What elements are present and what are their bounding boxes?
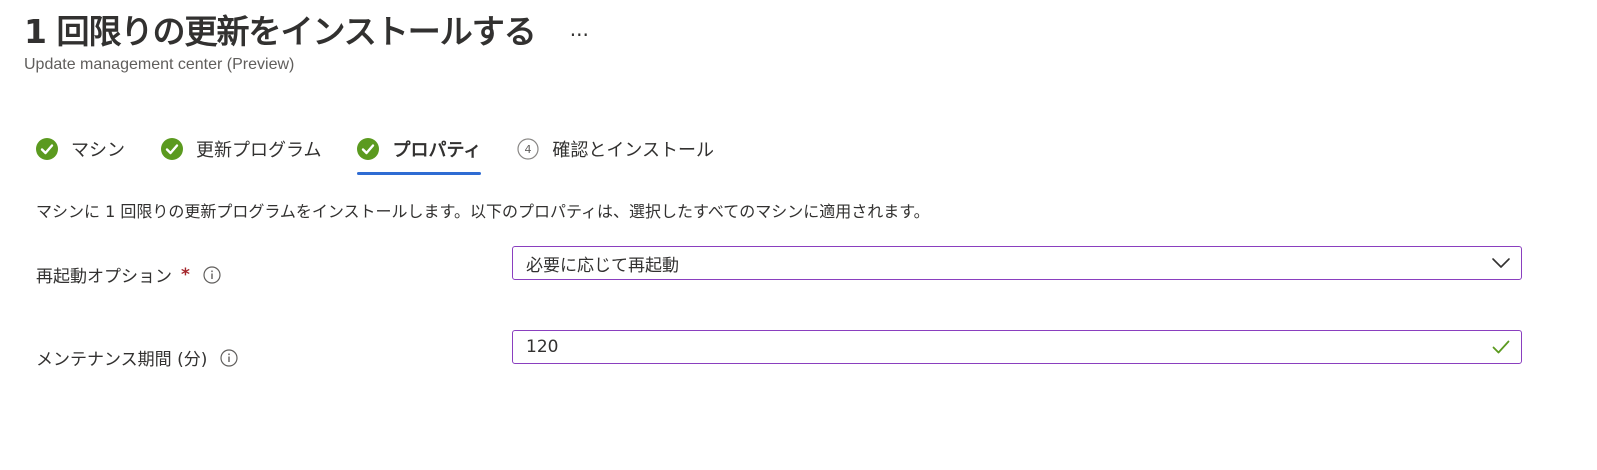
checkmark-icon [1492,340,1510,354]
tab-label: 更新プログラム [196,140,322,161]
step-number: 4 [525,143,532,156]
chevron-down-icon [1492,258,1510,268]
info-icon[interactable] [203,265,221,284]
page-header: 1 回限りの更新をインストールする ... Update management … [24,10,589,74]
info-icon[interactable] [220,348,238,367]
tab-label: マシン [71,140,125,161]
tab-label: 確認とインストール [552,140,715,161]
field-label-text: 再起動オプション [36,267,172,287]
more-options-button[interactable]: ... [570,19,589,39]
reboot-option-dropdown[interactable]: 必要に応じて再起動 [512,246,1522,280]
required-indicator: * [181,264,190,285]
reboot-option-label: 再起動オプション * [36,262,221,287]
maintenance-window-label: メンテナンス期間 (分) [36,345,238,370]
check-circle-icon [36,138,58,160]
input-value: 120 [526,337,559,357]
maintenance-window-input[interactable]: 120 [512,330,1522,364]
field-label-text: メンテナンス期間 (分) [36,350,208,370]
tab-machines[interactable]: マシン [36,130,125,168]
dropdown-selected-value: 必要に応じて再起動 [526,255,679,276]
page-title: 1 回限りの更新をインストールする [24,12,537,51]
tab-updates[interactable]: 更新プログラム [161,130,321,168]
check-circle-icon [161,138,183,160]
tab-label: プロパティ [392,140,482,161]
title-row: 1 回限りの更新をインストールする ... [24,10,589,54]
check-circle-icon [357,138,380,160]
tab-review-install[interactable]: 4 確認とインストール [517,130,714,168]
wizard-tabs: マシン 更新プログラム プロパティ 4 確認とインストール [36,130,750,175]
tab-properties[interactable]: プロパティ [357,130,482,175]
step-number-icon: 4 [517,138,539,160]
page-description: マシンに 1 回限りの更新プログラムをインストールします。以下のプロパティは、選… [36,202,930,221]
page-subtitle: Update management center (Preview) [24,56,295,73]
